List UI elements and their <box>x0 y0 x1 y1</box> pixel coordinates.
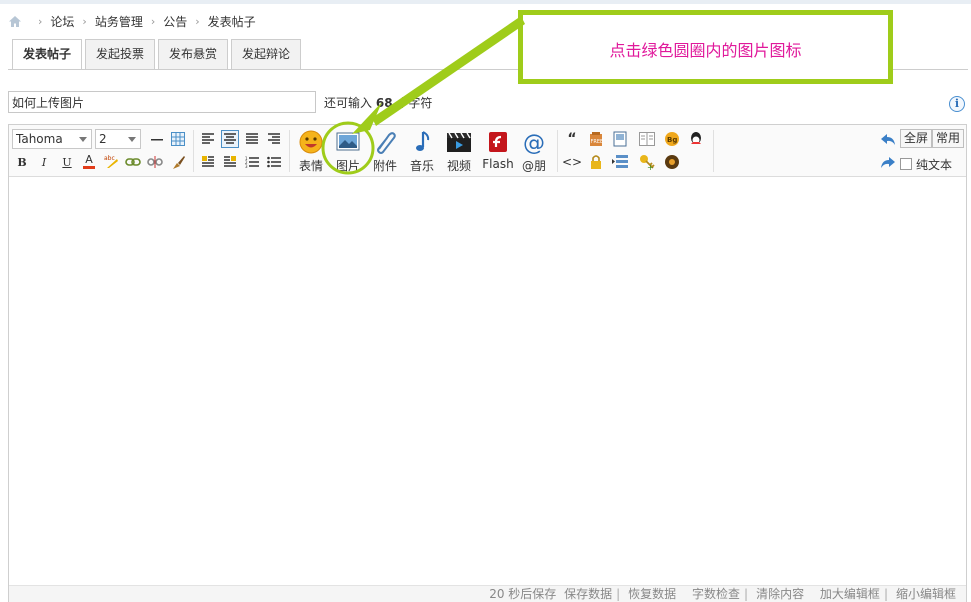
char-remaining-hint: 还可输入 68 个字符 <box>324 96 433 110</box>
align-right-icon[interactable] <box>265 130 283 148</box>
bold-button[interactable]: B <box>13 153 31 171</box>
align-left-icon[interactable] <box>199 130 217 148</box>
subject-input[interactable] <box>8 91 316 113</box>
word-count-link[interactable]: 字数检查 <box>692 587 740 601</box>
toolbar-separator <box>713 130 714 172</box>
common-button[interactable]: 常用 <box>932 129 965 148</box>
indent-icon[interactable] <box>611 153 629 171</box>
breadcrumb-separator: › <box>82 14 87 28</box>
save-data-link[interactable]: 保存数据 <box>564 587 612 601</box>
video-button[interactable]: 视频 <box>442 129 476 175</box>
toolbar-separator <box>289 130 290 172</box>
char-remaining-count: 68 <box>375 96 393 110</box>
undo-icon[interactable] <box>879 131 897 149</box>
annotation-callout: 点击绿色圆圈内的图片图标 <box>518 10 893 84</box>
columns-icon[interactable] <box>638 130 656 148</box>
redo-icon[interactable] <box>879 154 897 172</box>
chevron-down-icon <box>79 137 87 142</box>
color-swatch <box>83 165 95 169</box>
align-justify-icon[interactable] <box>243 130 261 148</box>
smiley-icon <box>299 130 323 154</box>
qq-icon[interactable] <box>687 130 705 148</box>
svg-text:@: @ <box>523 131 545 155</box>
quote-button[interactable]: “ <box>563 130 581 148</box>
image-icon <box>336 132 360 151</box>
autosave-countdown: 20 秒后保存 <box>489 587 557 601</box>
italic-button[interactable]: I <box>35 153 53 171</box>
fullscreen-button[interactable]: 全屏 <box>900 129 933 148</box>
svg-text:+: + <box>647 163 654 170</box>
plain-text-label: 纯文本 <box>916 158 953 172</box>
breadcrumb-forum[interactable]: 论坛 <box>50 13 74 30</box>
svg-text:abc: abc <box>104 155 115 162</box>
tab-poll[interactable]: 发起投票 <box>85 39 156 69</box>
svg-text:Bg: Bg <box>667 136 677 144</box>
attach-button[interactable]: 附件 <box>368 129 402 175</box>
key-icon[interactable]: + <box>638 153 656 171</box>
breadcrumb-separator: › <box>195 14 200 28</box>
float-right-icon[interactable] <box>221 153 239 171</box>
flash-icon <box>489 132 507 152</box>
unlink-icon[interactable] <box>146 153 164 171</box>
background-icon[interactable]: Bg <box>663 130 681 148</box>
breadcrumb-separator: › <box>150 14 156 28</box>
font-family-select[interactable]: Tahoma <box>12 129 92 149</box>
underline-button[interactable]: U <box>58 153 76 171</box>
breadcrumb-separator: › <box>38 14 43 28</box>
free-icon[interactable]: FREE <box>587 130 605 148</box>
editor-content-area[interactable] <box>9 177 966 585</box>
top-strip <box>0 0 971 4</box>
info-icon[interactable]: i <box>949 96 965 112</box>
post-editor: Tahoma 2 B I U A abc 1 2 3 表情 图片 附件 音乐 视… <box>8 124 967 602</box>
music-button[interactable]: 音乐 <box>405 129 439 175</box>
at-sign-icon: @ <box>523 131 545 155</box>
annotation-text: 点击绿色圆圈内的图片图标 <box>609 41 802 60</box>
table-icon[interactable] <box>169 130 187 148</box>
enlarge-editor-link[interactable]: 加大编辑框 <box>820 587 880 601</box>
chevron-down-icon <box>128 137 136 142</box>
paperclip-icon <box>377 132 396 154</box>
font-color-button[interactable]: A <box>80 152 98 170</box>
post-type-tabs: 发表帖子 发起投票 发布悬赏 发起辩论 <box>12 39 304 70</box>
breadcrumb: › 论坛 › 站务管理 › 公告 › 发表帖子 <box>8 12 256 30</box>
tab-debate[interactable]: 发起辩论 <box>231 39 302 69</box>
lock-icon[interactable] <box>587 153 605 171</box>
breadcrumb-site-admin[interactable]: 站务管理 <box>95 13 143 30</box>
flash-button[interactable]: Flash <box>479 129 517 175</box>
code-button[interactable]: <> <box>562 153 582 171</box>
svg-text:FREE: FREE <box>591 139 604 145</box>
shrink-editor-link[interactable]: 缩小编辑框 <box>896 587 956 601</box>
editor-toolbar: Tahoma 2 B I U A abc 1 2 3 表情 图片 附件 音乐 视… <box>9 125 966 177</box>
tab-reward[interactable]: 发布悬赏 <box>158 39 229 69</box>
highlight-icon[interactable]: abc <box>102 152 120 170</box>
image-button[interactable]: 图片 <box>331 129 365 175</box>
clear-content-link[interactable]: 清除内容 <box>756 587 804 601</box>
mention-button[interactable]: @ @朋 <box>516 129 552 175</box>
clapperboard-icon <box>447 132 471 152</box>
editor-statusbar: 20 秒后保存 保存数据 | 恢复数据 字数检查 | 清除内容 加大编辑框 | 缩小编辑框 <box>9 585 966 602</box>
restore-data-link[interactable]: 恢复数据 <box>628 587 676 601</box>
clear-format-icon[interactable] <box>169 153 187 171</box>
unordered-list-icon[interactable] <box>265 153 283 171</box>
align-center-icon[interactable] <box>221 130 239 148</box>
breadcrumb-announcement[interactable]: 公告 <box>163 13 187 30</box>
smiley-button[interactable]: 表情 <box>294 129 328 175</box>
home-icon[interactable] <box>8 15 22 28</box>
float-left-icon[interactable] <box>199 153 217 171</box>
horizontal-rule-icon[interactable] <box>148 130 166 148</box>
toolbar-separator <box>193 130 194 172</box>
ordered-list-icon[interactable]: 123 <box>243 153 261 171</box>
svg-text:3: 3 <box>245 164 248 168</box>
page-icon[interactable] <box>611 130 629 148</box>
link-icon[interactable] <box>124 153 142 171</box>
music-note-icon <box>416 131 430 151</box>
breadcrumb-current: 发表帖子 <box>207 14 256 29</box>
plain-text-checkbox[interactable] <box>900 158 912 170</box>
toolbar-separator <box>557 130 558 172</box>
font-size-select[interactable]: 2 <box>95 129 141 149</box>
tab-new-thread[interactable]: 发表帖子 <box>12 39 83 70</box>
media-icon[interactable] <box>663 153 681 171</box>
